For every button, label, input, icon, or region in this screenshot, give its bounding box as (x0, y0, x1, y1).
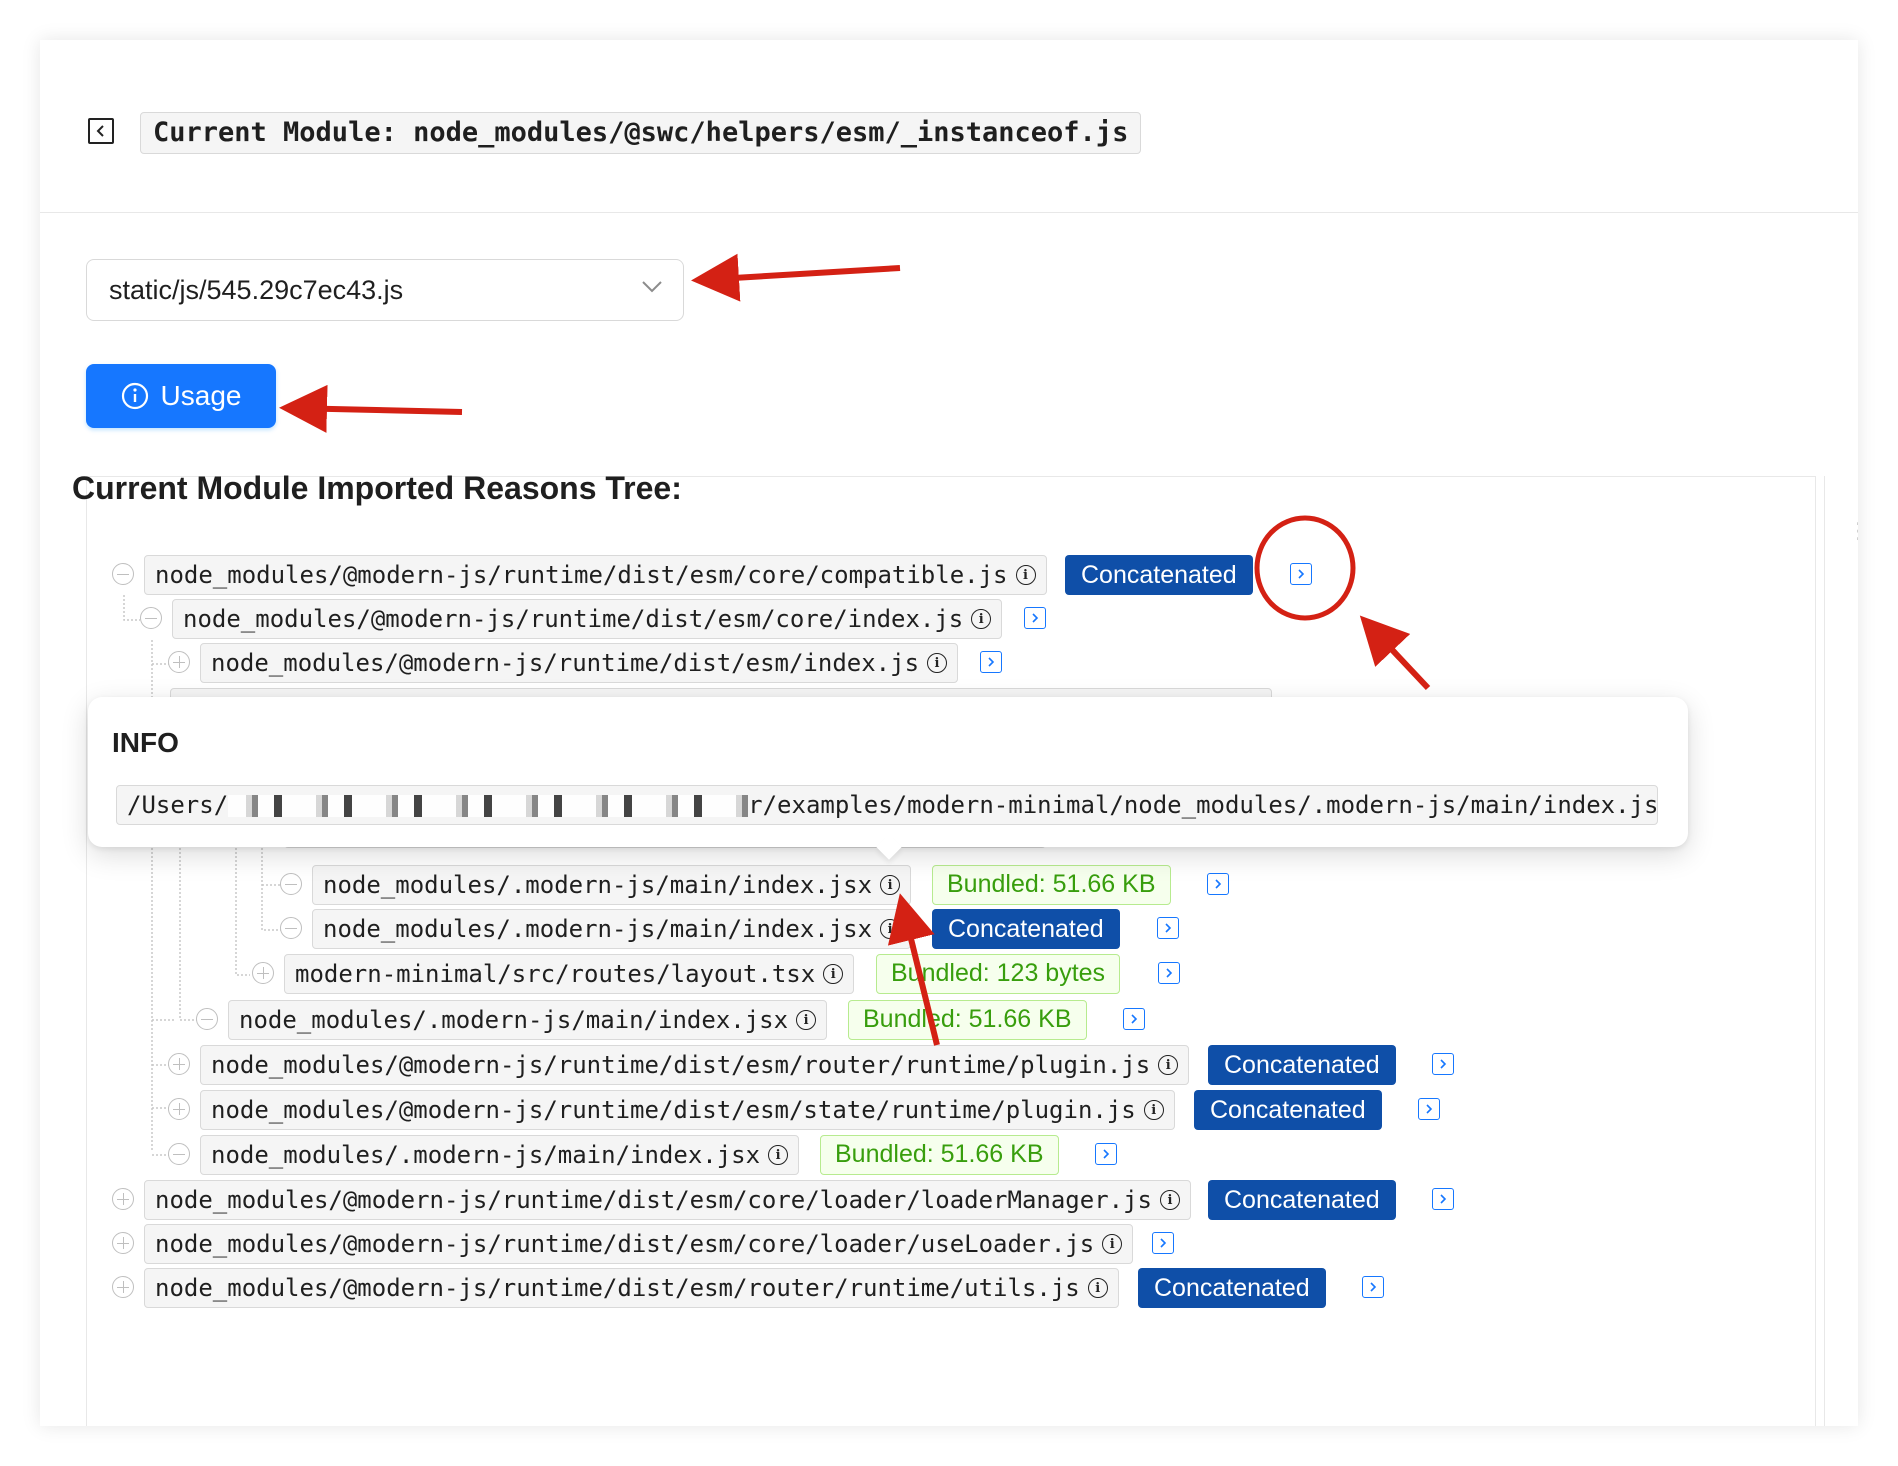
collapse-toggle-icon[interactable] (280, 917, 302, 939)
bundled-size-tag: Bundled: 123 bytes (876, 954, 1121, 994)
jump-to-module-icon[interactable] (1123, 1008, 1145, 1030)
info-icon[interactable]: i (823, 964, 844, 984)
jump-to-module-icon[interactable] (1157, 917, 1179, 939)
bundled-size-tag: Bundled: 51.66 KB (932, 865, 1171, 905)
module-path: node_modules/@modern-js/runtime/dist/esm… (200, 643, 959, 683)
collapse-toggle-icon[interactable] (280, 873, 302, 895)
jump-to-module-icon[interactable] (1362, 1276, 1384, 1298)
concatenated-tag: Concatenated (1208, 1045, 1396, 1085)
expand-toggle-icon[interactable] (168, 1098, 190, 1120)
expand-toggle-icon[interactable] (112, 1276, 134, 1298)
module-path: node_modules/.modern-js/main/index.jsx i (200, 1135, 800, 1175)
collapse-toggle-icon[interactable] (140, 607, 162, 629)
popover-title: INFO (112, 727, 179, 758)
concatenated-tag: Concatenated (1208, 1180, 1396, 1220)
info-icon[interactable]: i (1015, 565, 1036, 585)
jump-to-module-icon[interactable] (1095, 1143, 1117, 1165)
jump-to-module-icon[interactable] (1290, 563, 1312, 585)
collapse-toggle-icon[interactable] (112, 563, 134, 585)
info-popover: INFO /Users/r/examples/modern-minimal/no… (88, 697, 1688, 847)
module-path: modern-minimal/src/routes/layout.tsx i (284, 954, 855, 994)
jump-to-module-icon[interactable] (1432, 1188, 1454, 1210)
jump-to-module-icon[interactable] (980, 651, 1002, 673)
info-icon[interactable]: i (971, 609, 992, 629)
jump-to-module-icon[interactable] (1158, 962, 1180, 984)
info-icon[interactable]: i (1158, 1055, 1179, 1075)
bundled-size-tag: Bundled: 51.66 KB (848, 1000, 1087, 1040)
expand-toggle-icon[interactable] (168, 1053, 190, 1075)
jump-to-module-icon[interactable] (1418, 1098, 1440, 1120)
module-path: node_modules/.modern-js/main/index.jsx i (312, 865, 912, 905)
concatenated-tag: Concatenated (932, 909, 1120, 949)
module-path: node_modules/@modern-js/runtime/dist/esm… (144, 1180, 1191, 1220)
expand-toggle-icon[interactable] (252, 962, 274, 984)
expand-toggle-icon[interactable] (112, 1232, 134, 1254)
bundled-size-tag: Bundled: 51.66 KB (820, 1135, 1059, 1175)
module-path: node_modules/@modern-js/runtime/dist/esm… (200, 1045, 1190, 1085)
collapse-toggle-icon[interactable] (168, 1143, 190, 1165)
info-icon[interactable]: i (1160, 1190, 1180, 1210)
info-icon[interactable]: i (1102, 1234, 1123, 1254)
module-path: node_modules/.modern-js/main/index.jsx i (312, 909, 912, 949)
popover-file-path: /Users/r/examples/modern-minimal/node_mo… (116, 785, 1658, 825)
concatenated-tag: Concatenated (1065, 555, 1253, 595)
module-path: node_modules/.modern-js/main/index.jsx i (228, 1000, 828, 1040)
concatenated-tag: Concatenated (1194, 1090, 1382, 1130)
jump-to-module-icon[interactable] (1432, 1053, 1454, 1075)
expand-toggle-icon[interactable] (112, 1188, 134, 1210)
info-icon[interactable]: i (880, 875, 901, 895)
info-icon[interactable]: i (1143, 1100, 1164, 1120)
info-icon[interactable]: i (768, 1145, 789, 1165)
module-path: node_modules/@modern-js/runtime/dist/esm… (144, 1224, 1134, 1264)
collapse-toggle-icon[interactable] (196, 1008, 218, 1030)
info-icon[interactable]: i (796, 1010, 817, 1030)
jump-to-module-icon[interactable] (1024, 607, 1046, 629)
jump-to-module-icon[interactable] (1152, 1232, 1174, 1254)
concatenated-tag: Concatenated (1138, 1268, 1326, 1308)
jump-to-module-icon[interactable] (1207, 873, 1229, 895)
redacted-segment (228, 795, 749, 817)
info-icon[interactable]: i (1087, 1278, 1108, 1298)
info-icon[interactable]: i (927, 653, 948, 673)
expand-toggle-icon[interactable] (168, 651, 190, 673)
module-path: node_modules/@modern-js/runtime/dist/esm… (144, 555, 1047, 595)
info-icon[interactable]: i (880, 919, 901, 939)
module-path: node_modules/@modern-js/runtime/dist/esm… (144, 1268, 1119, 1308)
module-path: node_modules/@modern-js/runtime/dist/esm… (200, 1090, 1175, 1130)
module-path: node_modules/@modern-js/runtime/dist/esm… (172, 599, 1003, 639)
